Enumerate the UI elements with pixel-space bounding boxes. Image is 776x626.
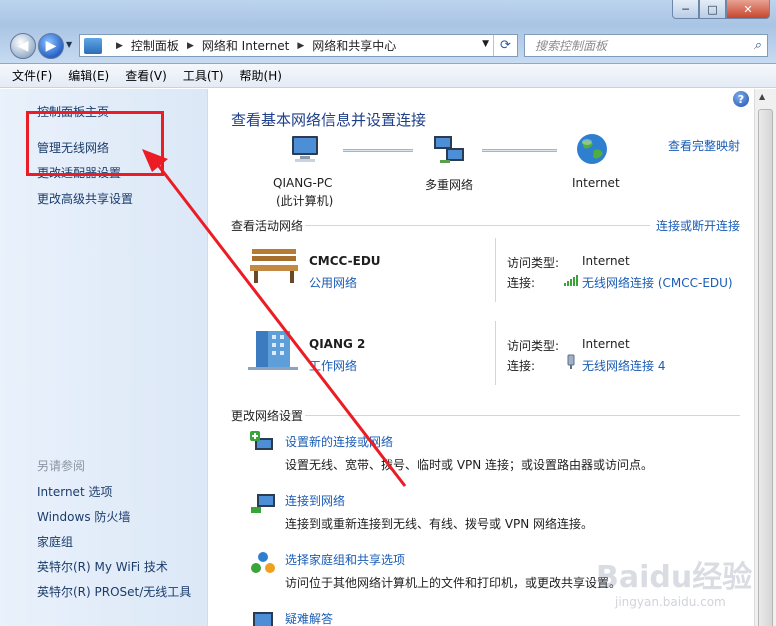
annotation-arrow <box>142 149 407 487</box>
